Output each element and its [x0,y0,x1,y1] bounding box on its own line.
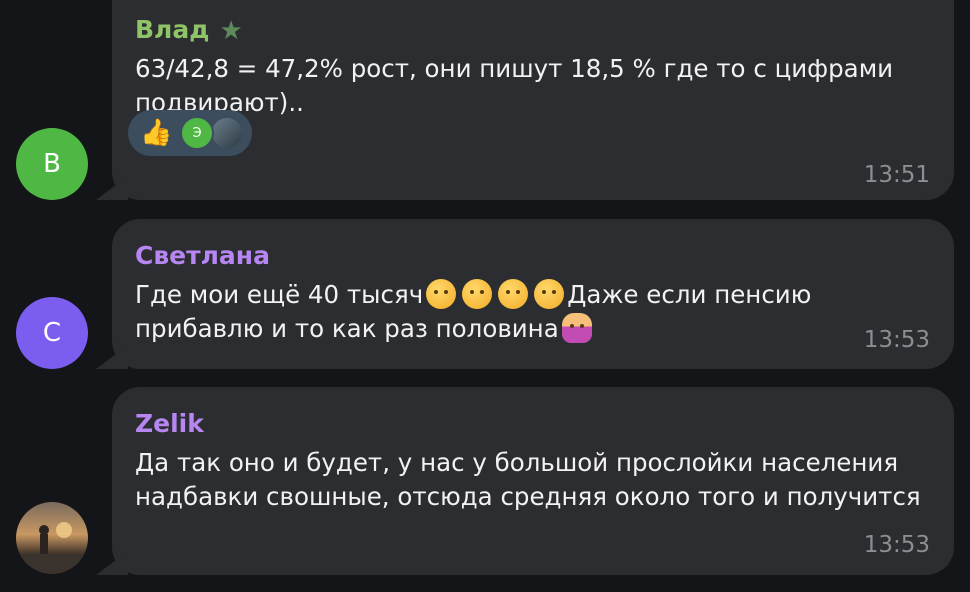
avatar[interactable]: С [16,297,88,369]
message-row: Zelik Да так оно и будет, у нас у большо… [0,387,970,575]
person-shrugging-emoji [561,313,592,343]
avatar-letter: С [42,318,62,348]
message-text: 63/42,8 = 47,2% рост, они пишут 18,5 % г… [135,54,894,117]
thinking-face-emoji [498,279,529,309]
sender-name[interactable]: Zelik [135,409,204,438]
message-bubble[interactable]: Влад ★ 63/42,8 = 47,2% рост, они пишут 18… [112,0,954,200]
chat-messages: В Влад ★ 63/42,8 = 47,2% рост, они пишут … [0,0,970,592]
face-with-hand-over-mouth-emoji [426,279,457,309]
sender-name[interactable]: Светлана [135,241,270,270]
message-text: Да так оно и будет, у нас у большой прос… [135,448,921,511]
message-row: С Светлана Где мои ещё 40 тысяч Даже если… [0,219,970,369]
thumbs-up-icon: 👍 [140,118,173,148]
thinking-face-emoji [534,279,565,309]
message-time: 13:51 [863,162,930,188]
message-row: В Влад ★ 63/42,8 = 47,2% рост, они пишут … [0,0,970,200]
message-text-part1: Где мои ещё 40 тысяч [135,280,424,309]
avatar-photo-icon [16,522,88,574]
photo-avatar[interactable] [16,502,88,574]
message-bubble[interactable]: Светлана Где мои ещё 40 тысяч Даже если п… [112,219,954,369]
avatar[interactable]: В [16,128,88,200]
star-icon: ★ [219,16,243,46]
message-bubble[interactable]: Zelik Да так оно и будет, у нас у большо… [112,387,954,575]
sender-name-row: Влад ★ [135,15,243,46]
message-text: Где мои ещё 40 тысяч Даже если пенсию при… [135,278,925,346]
message-time: 13:53 [863,532,930,558]
thinking-face-emoji [462,279,493,309]
message-time: 13:53 [863,327,930,353]
reactor-avatar: Э [180,116,214,150]
reactor-avatar-letter: Э [192,125,202,141]
reaction-pill[interactable]: 👍 Э [128,110,252,156]
reactor-photo-avatar [210,116,244,150]
avatar-letter: В [43,149,61,179]
sender-name[interactable]: Влад [135,15,209,44]
